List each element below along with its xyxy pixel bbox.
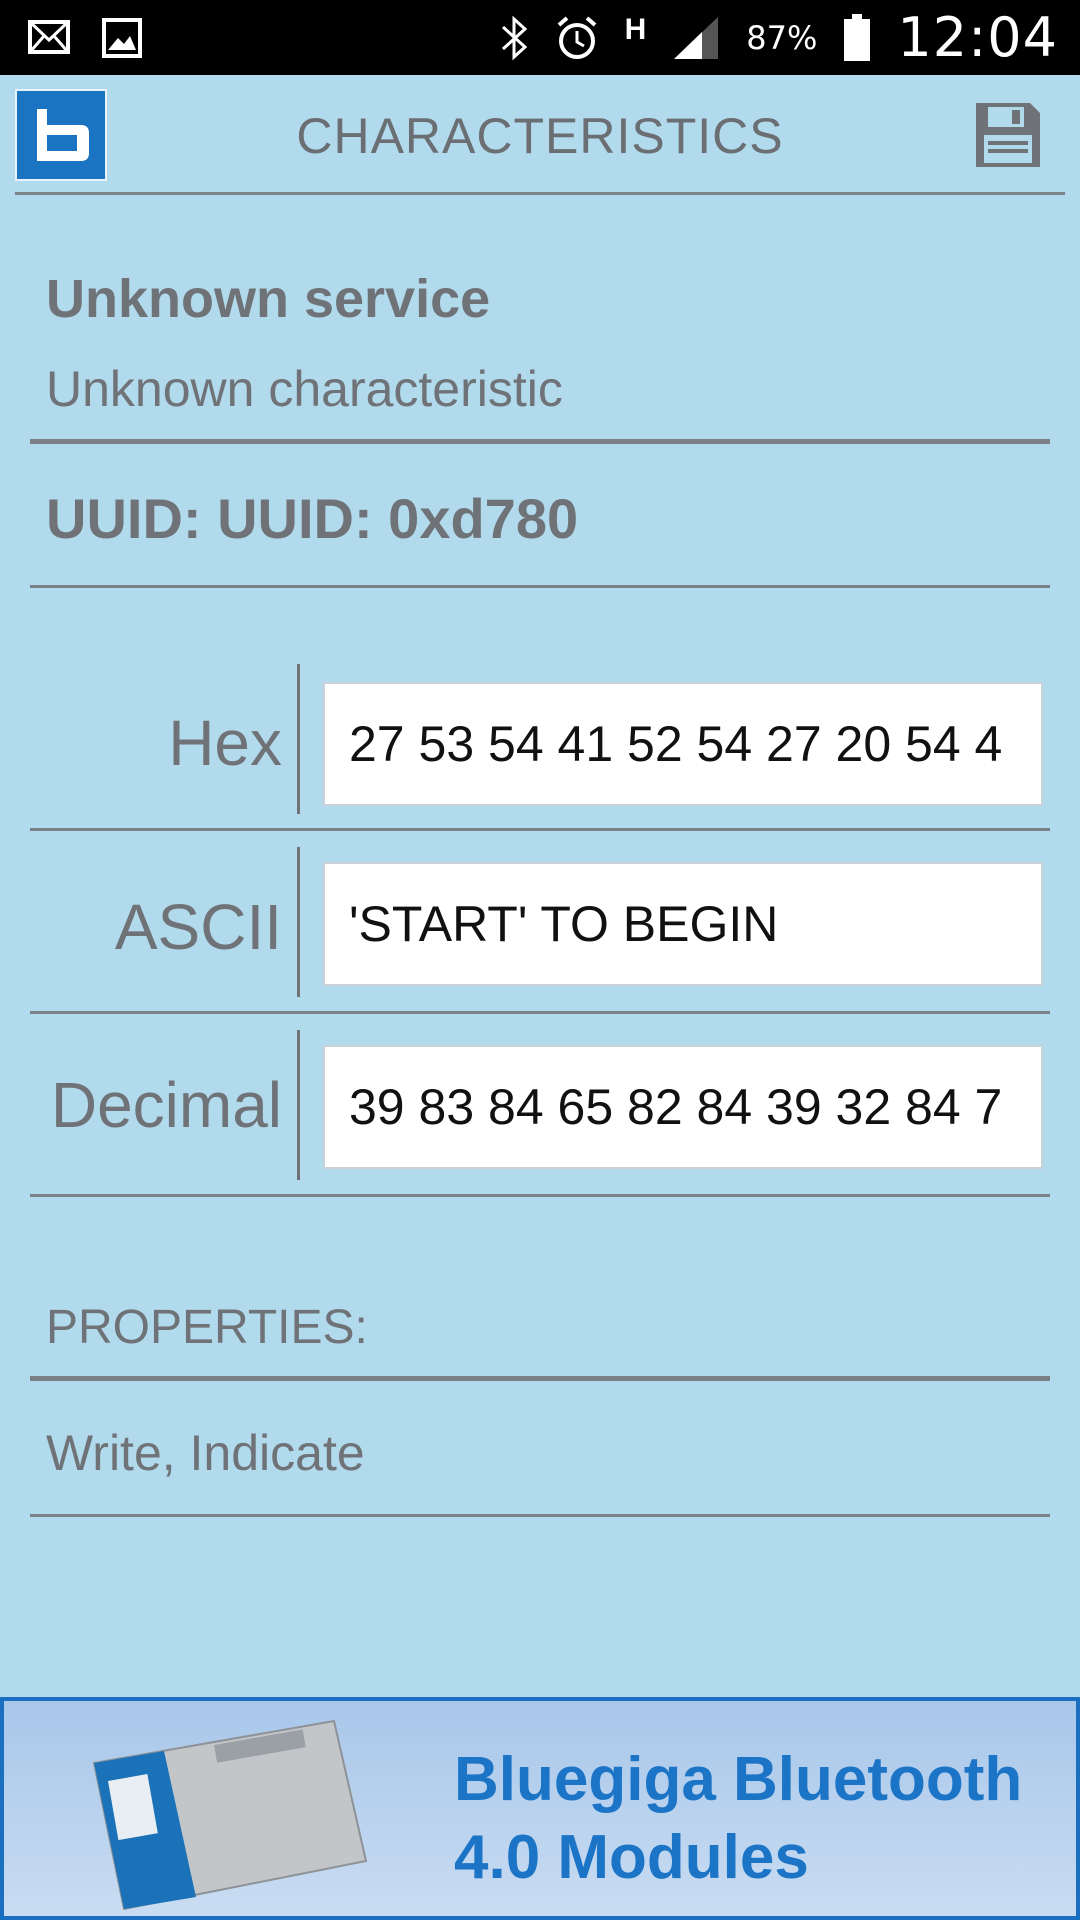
ad-banner[interactable]: Bluegiga Bluetooth 4.0 Modules: [0, 1697, 1080, 1920]
service-name: Unknown service: [46, 269, 491, 329]
save-button[interactable]: [974, 101, 1042, 169]
app-header: CHARACTERISTICS: [0, 75, 1080, 195]
battery-percent: 87%: [746, 18, 818, 57]
divider: [30, 828, 1050, 831]
divider: [30, 1011, 1050, 1014]
uuid-text: UUID: UUID: 0xd780: [46, 487, 579, 550]
bluetooth-module-image: [92, 1719, 368, 1911]
alarm-icon: [557, 15, 596, 59]
floppy-disk-icon: [976, 103, 1040, 167]
hex-label: Hex: [168, 707, 282, 779]
banner-text: Bluegiga Bluetooth 4.0 Modules: [454, 1741, 1022, 1897]
status-bar: H 87% 12:04: [0, 0, 1080, 75]
divider: [30, 1194, 1050, 1197]
divider: [30, 439, 1050, 444]
properties-label: PROPERTIES:: [46, 1301, 368, 1354]
characteristic-name: Unknown characteristic: [46, 361, 563, 417]
hex-value-field[interactable]: 27 53 54 41 52 54 27 20 54 4: [323, 682, 1043, 806]
banner-line-1: Bluegiga Bluetooth: [454, 1745, 1023, 1814]
row-separator: [297, 664, 300, 814]
clock: 12:04: [897, 6, 1058, 69]
page-title: CHARACTERISTICS: [296, 108, 784, 164]
header-divider: [15, 192, 1065, 195]
decimal-label: Decimal: [50, 1069, 282, 1141]
gallery-icon: [102, 18, 142, 58]
decimal-value-field[interactable]: 39 83 84 65 82 84 39 32 84 7: [323, 1045, 1043, 1169]
ascii-label: ASCII: [114, 891, 282, 963]
battery-icon: [844, 13, 871, 61]
ascii-value-field[interactable]: 'START' TO BEGIN: [323, 862, 1043, 986]
mail-icon: [28, 20, 70, 54]
banner-line-2: 4.0 Modules: [454, 1823, 809, 1892]
bluetooth-icon: [501, 15, 527, 60]
divider: [30, 585, 1050, 588]
divider: [30, 1514, 1050, 1517]
properties-value: Write, Indicate: [46, 1425, 365, 1481]
network-type-icon: H: [624, 12, 647, 46]
row-separator: [297, 847, 300, 997]
divider: [30, 1376, 1050, 1381]
signal-icon: [674, 16, 719, 59]
row-separator: [297, 1030, 300, 1180]
